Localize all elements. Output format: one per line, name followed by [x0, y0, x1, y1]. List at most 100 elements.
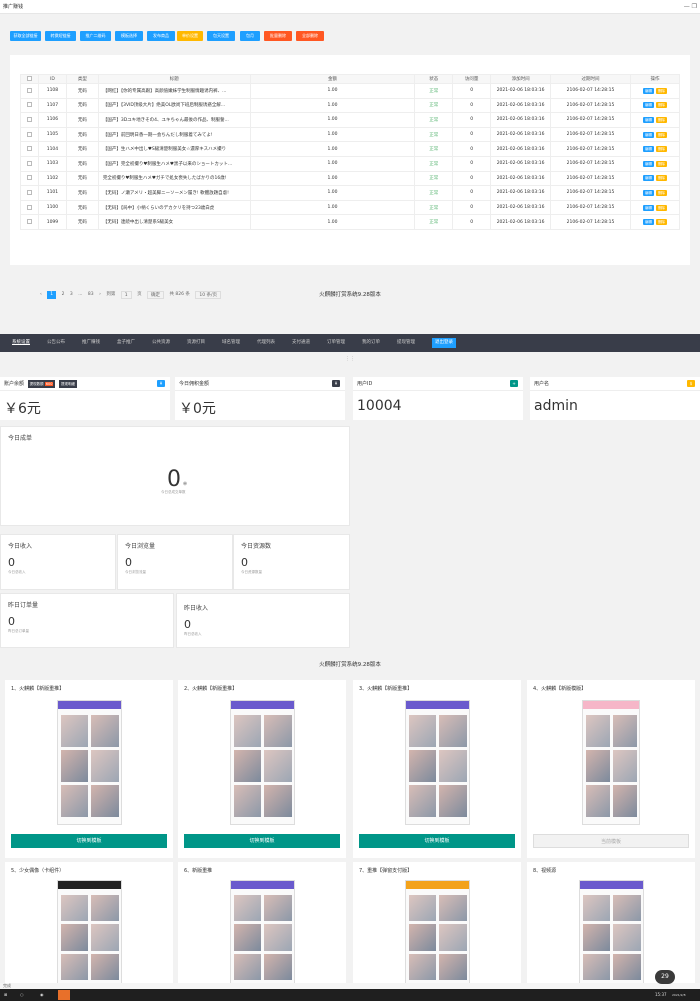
nav-item[interactable]: 公共资源	[152, 334, 170, 352]
top-nav: 系统设置 公告公布 推广赚钱 盒子推广 公共资源 资源打目 域名管理 代理列表 …	[0, 334, 700, 352]
edit-button[interactable]: 编辑	[642, 160, 654, 167]
delete-button[interactable]: 删除	[655, 146, 667, 153]
toolbar-button[interactable]: 发布商品	[147, 31, 175, 41]
currency-icon: ¥	[332, 380, 340, 387]
nav-item[interactable]: 盒子推广	[117, 334, 135, 352]
switch-template-button[interactable]: 切换到模板	[359, 834, 515, 848]
nav-item[interactable]: 我的订单	[362, 334, 380, 352]
nav-item[interactable]: 资源打目	[187, 334, 205, 352]
delete-button[interactable]: 删除	[655, 219, 667, 226]
nav-item[interactable]: 代理列表	[257, 334, 275, 352]
window-controls[interactable]: — ❐	[684, 0, 697, 14]
delete-button[interactable]: 删除	[655, 204, 667, 211]
toolbar-button[interactable]: 包月	[240, 31, 260, 41]
col-header[interactable]: 访问量	[452, 74, 492, 84]
edit-button[interactable]: 编辑	[642, 116, 654, 123]
switch-template-button[interactable]: 切换到模板	[11, 834, 167, 848]
drag-handle-icon[interactable]: ⋮⋮	[345, 356, 355, 362]
delete-button[interactable]: 删除	[655, 189, 667, 196]
row-checkbox[interactable]	[26, 204, 32, 210]
cell-actions: 编辑 删除	[629, 141, 681, 157]
col-header[interactable]: 过期时间	[550, 74, 631, 84]
nav-item[interactable]: 系统设置	[12, 334, 30, 352]
edit-button[interactable]: 编辑	[642, 131, 654, 138]
edit-button[interactable]: 编辑	[642, 87, 654, 94]
nav-item[interactable]: 订单管理	[327, 334, 345, 352]
today-reward-card: 今日佣积金额 ¥ ￥0元	[175, 377, 345, 420]
row-checkbox[interactable]	[26, 116, 32, 122]
toolbar-button[interactable]: 单价设置	[177, 31, 203, 41]
switch-template-button[interactable]: 切换到模板	[184, 834, 340, 848]
nav-item[interactable]: 域名管理	[222, 334, 240, 352]
row-checkbox[interactable]	[26, 189, 32, 195]
toolbar-button[interactable]: 包天设置	[207, 31, 235, 41]
row-select-cell	[20, 155, 39, 172]
mini-stat-sub: 今日浏览流量	[125, 570, 146, 574]
cell-visits: 0	[452, 83, 492, 99]
app-icon[interactable]	[58, 990, 70, 1000]
col-header[interactable]: 添加时间	[490, 74, 552, 84]
row-checkbox[interactable]	[26, 131, 32, 137]
row-checkbox[interactable]	[26, 160, 32, 166]
row-checkbox[interactable]	[26, 175, 32, 181]
windows-start-icon[interactable]: ⊞	[4, 989, 7, 1001]
cell-title: 【国产】完全初撮り♥制服生ハメ♥黒子以来のショートカット...	[97, 155, 251, 172]
edit-button[interactable]: 编辑	[642, 146, 654, 153]
edit-button[interactable]: 编辑	[642, 102, 654, 109]
cell-added: 2021-02-06 18:03:16	[490, 214, 552, 230]
dollar-icon: $	[687, 380, 695, 387]
row-checkbox[interactable]	[26, 219, 32, 225]
delete-button[interactable]: 删除	[655, 160, 667, 167]
toolbar-button[interactable]: 获取全部链接	[10, 31, 41, 41]
withdraw-detail-button[interactable]: 提现明细	[59, 379, 78, 388]
browser-icon[interactable]: ◉	[40, 989, 44, 1001]
toolbar-button[interactable]: 转换短链接	[45, 31, 76, 41]
nav-item[interactable]: 支付通道	[292, 334, 310, 352]
template-title: 6、新版重推	[184, 868, 213, 874]
row-select-cell	[20, 112, 39, 128]
edit-button[interactable]: 编辑	[642, 175, 654, 182]
toolbar-button[interactable]: 模板选择	[115, 31, 143, 41]
select-all-checkbox[interactable]	[26, 76, 32, 81]
toolbar-button[interactable]: 推广二维码	[80, 31, 111, 41]
delete-button[interactable]: 删除	[655, 87, 667, 94]
col-header[interactable]: 类型	[65, 74, 99, 84]
col-header[interactable]: 状态	[414, 74, 454, 84]
delete-button[interactable]: 删除	[655, 175, 667, 182]
nav-item[interactable]: 公告公布	[47, 334, 65, 352]
nav-item[interactable]: 提现管理	[397, 334, 415, 352]
cell-id: 1100	[37, 199, 67, 216]
edit-button[interactable]: 编辑	[642, 204, 654, 211]
toolbar-button[interactable]: 批量删除	[264, 31, 292, 41]
cell-visits: 0	[452, 112, 492, 128]
delete-button[interactable]: 删除	[655, 102, 667, 109]
withdraw-amount-button[interactable]: 提现数额 600	[27, 379, 56, 388]
edit-button[interactable]: 编辑	[642, 189, 654, 196]
notification-badge[interactable]: 29	[655, 970, 675, 984]
logout-button[interactable]: 退出登录	[432, 338, 456, 348]
mini-stat-card: 昨日订单量 0 昨日总订单量	[0, 593, 174, 648]
uid-card: 用户ID + 10004	[353, 377, 523, 420]
toolbar-button[interactable]: 全部删除	[296, 31, 324, 41]
footer-version: 火麒麟打赏系统9.28版本	[319, 292, 381, 298]
preview-thumbnail	[60, 715, 88, 747]
preview-thumbnail	[439, 924, 467, 951]
cell-actions: 编辑 删除	[629, 112, 681, 128]
edit-button[interactable]: 编辑	[642, 219, 654, 226]
mini-stat-card: 今日资源数 0 今日资源数量	[233, 534, 350, 590]
nav-item[interactable]: 推广赚钱	[82, 334, 100, 352]
row-checkbox[interactable]	[26, 102, 32, 108]
preview-thumbnail	[613, 785, 637, 817]
preview-thumbnail	[233, 953, 261, 980]
cell-id: 1105	[37, 126, 67, 143]
col-header[interactable]: ID	[37, 74, 67, 84]
cell-id: 1108	[37, 83, 67, 99]
col-header[interactable]: 金额	[249, 74, 416, 84]
search-icon[interactable]: ○	[20, 989, 24, 1001]
delete-button[interactable]: 删除	[655, 116, 667, 123]
row-checkbox[interactable]	[26, 87, 32, 93]
preview-thumbnail	[60, 895, 88, 922]
row-checkbox[interactable]	[26, 146, 32, 152]
col-header[interactable]: 标题	[97, 74, 251, 84]
delete-button[interactable]: 删除	[655, 131, 667, 138]
